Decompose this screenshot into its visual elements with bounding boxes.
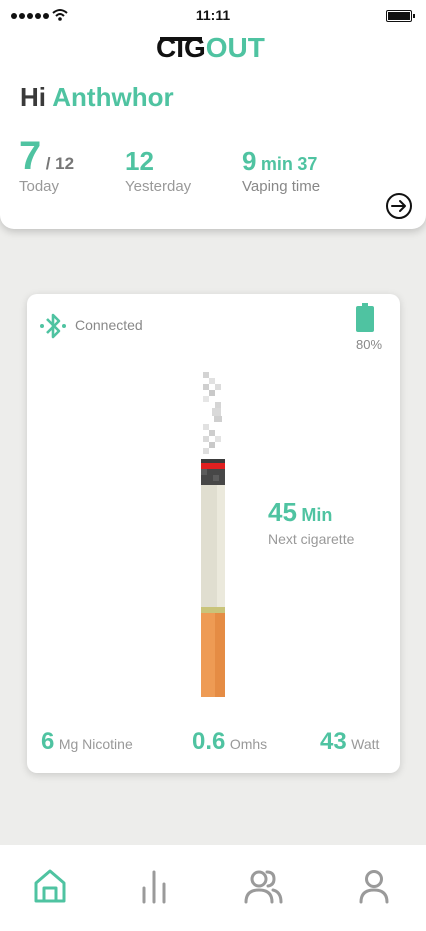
greeting: Hi Anthwhor: [20, 82, 174, 113]
app-logo: CIGOUT: [156, 32, 265, 64]
power-metric: 43 Watt: [320, 728, 379, 756]
vaping-minutes: 9: [242, 146, 257, 176]
status-battery-icon: [386, 10, 415, 22]
bluetooth-icon: [40, 313, 66, 339]
status-bar: 11:11: [0, 0, 426, 30]
greeting-user-name: Anthwhor: [52, 82, 174, 112]
yesterday-label: Yesterday: [125, 178, 192, 195]
profile-icon[interactable]: [354, 866, 394, 906]
power-unit: Watt: [351, 736, 380, 752]
today-stat: 7 / 12: [19, 134, 74, 179]
vaping-min-unit: min: [260, 154, 293, 174]
greeting-hi: Hi: [20, 82, 46, 112]
power-value: 43: [320, 728, 347, 755]
stats-icon[interactable]: [134, 866, 174, 906]
nicotine-value: 6: [41, 728, 55, 755]
arrow-right-circle-icon[interactable]: [385, 192, 413, 220]
today-count: 7: [19, 134, 42, 178]
status-time: 11:11: [195, 7, 231, 23]
today-goal: / 12: [45, 154, 75, 173]
next-cigarette-value: 45: [268, 497, 297, 527]
yesterday-count: 12: [125, 146, 154, 176]
next-cigarette-unit: Min: [301, 505, 333, 525]
connection-status: Connected: [75, 317, 143, 333]
next-cigarette-label: Next cigarette: [268, 531, 355, 547]
nicotine-unit: Mg Nicotine: [58, 736, 133, 752]
resistance-unit: Omhs: [229, 736, 268, 752]
community-icon[interactable]: [243, 866, 283, 906]
logo-text-green: OUT: [205, 32, 265, 63]
resistance-value: 0.6: [192, 728, 226, 755]
battery-percent: 80%: [356, 337, 383, 352]
vaping-label: Vaping time: [242, 178, 321, 195]
resistance-metric: 0.6 Omhs: [192, 728, 267, 756]
today-label: Today: [19, 178, 60, 195]
next-cigarette: 45 Min: [268, 497, 332, 528]
cigarette-progress: [201, 372, 225, 697]
vaping-seconds: 37: [297, 154, 318, 174]
logo-text-dark: CIG: [156, 32, 206, 63]
smoke-pixels: [203, 372, 222, 454]
battery-icon: [356, 303, 374, 332]
nicotine-metric: 6 Mg Nicotine: [41, 728, 133, 756]
vaping-time: 9 min 37: [242, 146, 317, 177]
home-icon[interactable]: [30, 866, 70, 906]
